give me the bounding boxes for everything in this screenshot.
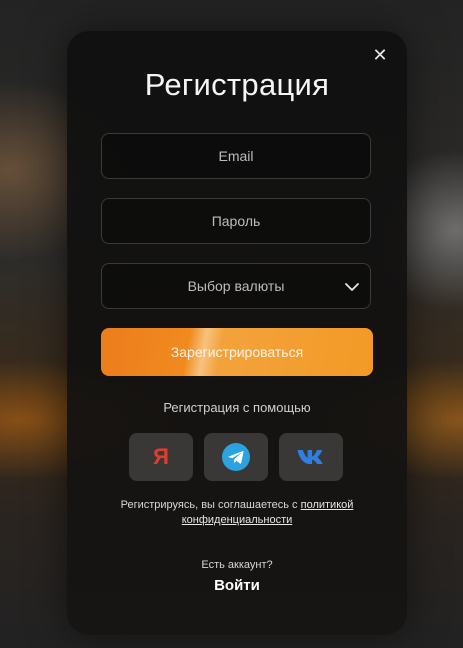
consent-text: Регистрируясь, вы соглашаетесь с политик…: [97, 498, 377, 528]
login-link[interactable]: Войти: [67, 577, 407, 594]
email-input[interactable]: [102, 133, 370, 179]
yandex-button[interactable]: Я: [129, 433, 193, 481]
consent-prefix: Регистрируясь, вы соглашаетесь с: [120, 499, 301, 511]
currency-select-label: Выбор валюты: [187, 278, 285, 294]
telegram-button[interactable]: [204, 433, 268, 481]
have-account-text: Есть аккаунт?: [201, 559, 273, 571]
telegram-icon: [222, 443, 250, 471]
password-field[interactable]: [101, 198, 371, 244]
close-icon[interactable]: ✕: [370, 45, 390, 65]
social-caption: Регистрация с помощью: [163, 400, 311, 415]
chevron-down-icon: [345, 283, 359, 291]
email-field[interactable]: [101, 133, 371, 179]
register-button[interactable]: Зарегистрироваться: [101, 328, 373, 376]
vk-button[interactable]: [279, 433, 343, 481]
password-input[interactable]: [102, 198, 370, 244]
vk-icon: [297, 450, 323, 464]
currency-select[interactable]: Выбор валюты: [101, 263, 371, 309]
modal-title: Регистрация: [144, 67, 330, 102]
registration-modal: ✕ Регистрация Выбор валюты Зарегистриров…: [67, 31, 407, 635]
yandex-icon: Я: [153, 444, 169, 469]
